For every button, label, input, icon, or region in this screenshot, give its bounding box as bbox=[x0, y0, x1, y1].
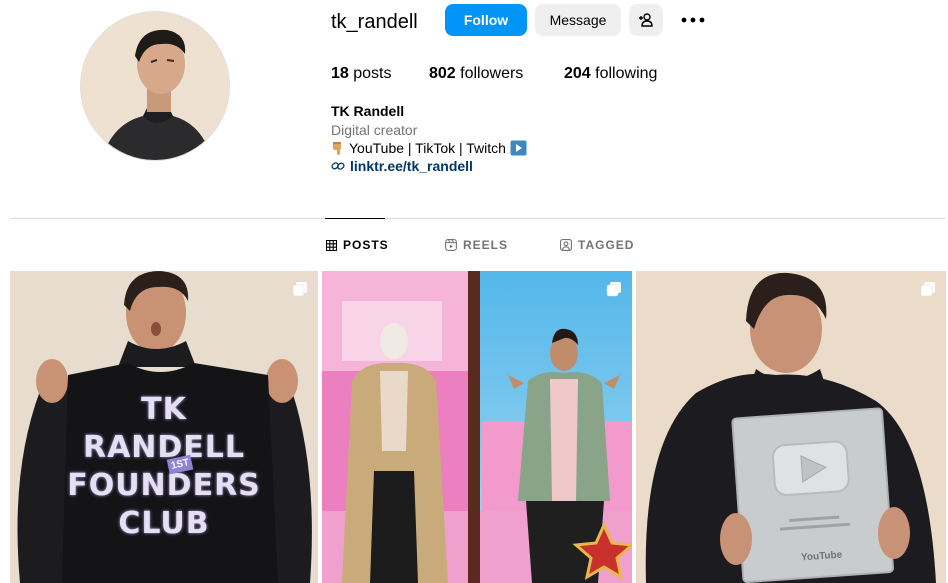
shirt-text-line-2: RANDELL bbox=[82, 430, 246, 465]
bio-text: YouTube | TikTok | Twitch bbox=[349, 140, 506, 156]
followers-count[interactable]: 802 followers bbox=[429, 64, 523, 84]
reels-icon bbox=[445, 239, 457, 251]
shirt-graphic: TK RANDELL FOUNDERS CLUB bbox=[10, 391, 318, 543]
suggest-people-button[interactable] bbox=[629, 4, 663, 36]
profile-link-text: linktr.ee/tk_randell bbox=[350, 158, 473, 174]
carousel-icon bbox=[292, 282, 307, 297]
tab-posts[interactable]: POSTS bbox=[326, 238, 389, 252]
profile-link[interactable]: linktr.ee/tk_randell bbox=[331, 158, 473, 174]
pointing-down-icon bbox=[333, 141, 341, 155]
post-thumbnail-3[interactable]: YouTube bbox=[636, 271, 946, 583]
shirt-text-line-4: CLUB bbox=[118, 506, 210, 541]
post-thumbnail-1[interactable]: TK RANDELL FOUNDERS CLUB 1ST bbox=[10, 271, 318, 583]
more-options-button[interactable] bbox=[680, 6, 706, 34]
following-count-label: following bbox=[595, 65, 658, 82]
carousel-icon bbox=[606, 282, 621, 297]
tabs-divider bbox=[10, 218, 945, 219]
tab-reels-label: REELS bbox=[463, 238, 509, 252]
shirt-text-line-1: TK bbox=[141, 392, 187, 427]
post-2-photo bbox=[322, 271, 632, 583]
tab-posts-label: POSTS bbox=[343, 238, 389, 252]
profile-username: tk_randell bbox=[331, 11, 418, 33]
following-count[interactable]: 204 following bbox=[564, 64, 657, 84]
post-thumbnail-2[interactable] bbox=[322, 271, 632, 583]
posts-count: 18 posts bbox=[331, 64, 392, 84]
profile-avatar[interactable] bbox=[80, 11, 230, 161]
link-icon bbox=[331, 162, 345, 170]
follow-button[interactable]: Follow bbox=[445, 4, 527, 36]
posts-count-label: posts bbox=[353, 65, 392, 82]
profile-category: Digital creator bbox=[331, 122, 418, 138]
message-button[interactable]: Message bbox=[535, 4, 621, 36]
followers-count-value: 802 bbox=[429, 65, 456, 82]
avatar-photo bbox=[81, 12, 229, 160]
followers-count-label: followers bbox=[460, 65, 524, 82]
tab-reels[interactable]: REELS bbox=[445, 238, 508, 252]
post-3-photo bbox=[636, 271, 946, 583]
shirt-text-line-3: FOUNDERS bbox=[67, 468, 261, 503]
following-count-value: 204 bbox=[564, 65, 591, 82]
grid-icon bbox=[326, 239, 337, 251]
tab-tagged[interactable]: TAGGED bbox=[560, 238, 634, 252]
posts-count-value: 18 bbox=[331, 65, 349, 82]
play-button-icon bbox=[510, 140, 527, 156]
tab-tagged-label: TAGGED bbox=[578, 238, 635, 252]
profile-full-name: TK Randell bbox=[331, 103, 405, 119]
profile-bio: YouTube | TikTok | Twitch bbox=[331, 140, 527, 156]
active-tab-indicator bbox=[325, 218, 385, 219]
person-add-icon bbox=[639, 13, 653, 27]
carousel-icon bbox=[920, 282, 935, 297]
more-options-icon bbox=[681, 17, 705, 23]
tagged-icon bbox=[560, 239, 572, 251]
